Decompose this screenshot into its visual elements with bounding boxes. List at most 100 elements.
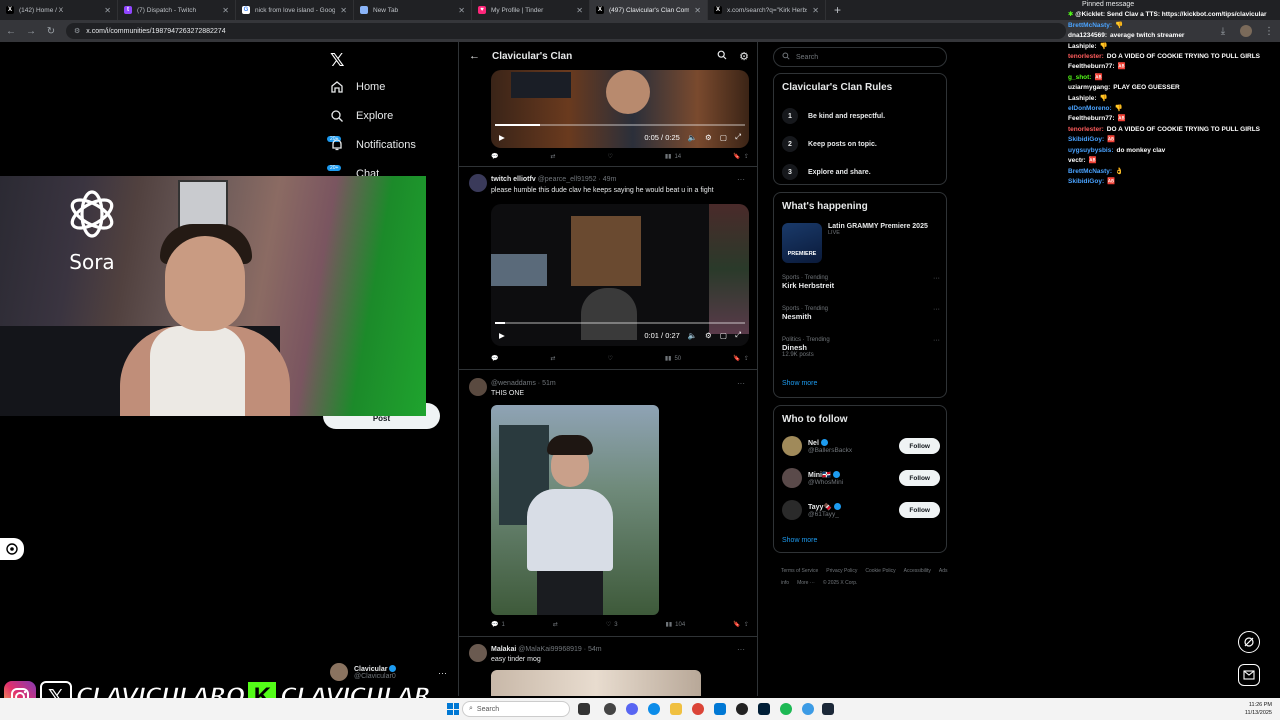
tweet-avatar[interactable] (469, 378, 487, 396)
chat-username[interactable]: Lashiple: (1068, 43, 1097, 50)
tab-close-icon[interactable]: ✕ (340, 6, 347, 15)
pip-icon[interactable]: ▢ (720, 331, 727, 340)
chat-username[interactable]: uygsuybysbis: (1068, 147, 1114, 154)
tweet-avatar[interactable] (469, 644, 487, 662)
windows-start-icon[interactable] (447, 703, 459, 715)
follow-suggestion[interactable]: Mini🇩🇴 @WhosMini Follow (782, 468, 940, 488)
like-icon[interactable]: ♡ (607, 355, 612, 362)
reply-icon[interactable]: 💬 1 (491, 621, 505, 629)
app-icon[interactable] (736, 703, 748, 715)
footer-link[interactable]: © 2025 X Corp. (823, 580, 858, 586)
retweet-icon[interactable]: ⇄ (553, 621, 558, 628)
x-logo-icon[interactable]: 𝕏 (330, 50, 345, 71)
tweet-author[interactable]: twitch elliotfv (491, 176, 536, 183)
chat-username[interactable]: g_shot: (1068, 74, 1091, 81)
retweet-icon[interactable]: ⇄ (550, 153, 555, 160)
share-icon[interactable]: ⇪ (744, 355, 749, 362)
back-arrow-icon[interactable]: ← (469, 50, 480, 62)
edge-icon[interactable] (648, 703, 660, 715)
task-view-icon[interactable] (578, 703, 590, 715)
more-options-icon[interactable]: ··· (438, 668, 447, 678)
pip-icon[interactable]: ▢ (720, 133, 727, 142)
url-bar[interactable]: ⚙ x.com/i/communities/198794726327288227… (66, 23, 1066, 39)
obs-icon[interactable] (604, 703, 616, 715)
nav-notifications[interactable]: Notifications (330, 138, 416, 152)
tweet-more-icon[interactable]: ··· (737, 645, 745, 654)
more-options-icon[interactable]: ··· (933, 275, 940, 282)
system-clock[interactable]: 11:26 PM 11/13/2025 (1245, 701, 1272, 717)
tweet-author[interactable]: Malakai (491, 646, 516, 653)
footer-link[interactable]: More ··· (797, 580, 815, 586)
search-input[interactable]: Search (773, 47, 947, 67)
reply-icon[interactable]: 💬 (491, 355, 498, 362)
tweet-avatar[interactable] (469, 174, 487, 192)
trend-item[interactable]: Sports · Trending Nesmith ··· (782, 306, 940, 321)
forward-arrow-icon[interactable]: → (26, 26, 36, 37)
chat-username[interactable]: SkibidiGoy: (1068, 178, 1104, 185)
footer-link[interactable]: Privacy Policy (826, 568, 857, 574)
store-icon[interactable] (714, 703, 726, 715)
show-more-link[interactable]: Show more (782, 537, 817, 544)
footer-link[interactable]: Cookie Policy (865, 568, 895, 574)
more-options-icon[interactable]: ··· (933, 337, 940, 344)
tweet-more-icon[interactable]: ··· (737, 379, 745, 388)
browser-tab[interactable]: X (497) Clavicular's Clan Commu... ✕ (590, 0, 708, 20)
volume-icon[interactable]: 🔈 (688, 331, 697, 340)
views-icon[interactable]: ▮▮ 104 (666, 621, 686, 629)
account-switcher[interactable]: Clavicular @Clavicular0 (330, 663, 397, 681)
photoshop-icon[interactable] (758, 703, 770, 715)
views-icon[interactable]: ▮▮ 14 (665, 153, 681, 161)
tab-close-icon[interactable]: ✕ (222, 6, 229, 15)
chat-username[interactable]: tenorlester: (1068, 126, 1104, 133)
reply-icon[interactable]: 💬 (491, 153, 498, 160)
chat-username[interactable]: Lashiple: (1068, 95, 1097, 102)
chat-username[interactable]: Feeltheburn77: (1068, 63, 1115, 70)
share-icon[interactable]: ⇪ (744, 621, 749, 628)
chat-username[interactable]: tenorlester: (1068, 53, 1104, 60)
show-more-link[interactable]: Show more (782, 380, 817, 387)
tweet-image[interactable] (491, 670, 701, 696)
chat-username[interactable]: SkibidiGoy: (1068, 136, 1104, 143)
footer-link[interactable]: Terms of Service (781, 568, 818, 574)
trend-item[interactable]: Politics · Trending Dinesh 12.9K posts ··· (782, 337, 940, 358)
fullscreen-icon[interactable]: ⤢ (735, 132, 741, 142)
chrome-profile-icon[interactable] (802, 703, 814, 715)
follow-button[interactable]: Follow (899, 502, 940, 518)
follow-suggestion[interactable]: Tayy🍫 @61Tayy_ Follow (782, 500, 940, 520)
browser-tab[interactable]: Gnick from love island - Google ... ✕ (236, 0, 354, 20)
follow-button[interactable]: Follow (899, 470, 940, 486)
settings-icon[interactable]: ⚙ (705, 331, 712, 340)
chat-username[interactable]: BrettMcNasty: (1068, 168, 1112, 175)
nav-home[interactable]: Home (330, 80, 385, 94)
follow-button[interactable]: Follow (899, 438, 940, 454)
tweet-video-player[interactable]: ▶ 0:05 / 0:25 🔈 ⚙ ▢ ⤢ (491, 70, 749, 148)
footer-link[interactable]: Accessibility (904, 568, 931, 574)
volume-icon[interactable]: 🔈 (688, 133, 697, 142)
tab-close-icon[interactable]: ✕ (576, 6, 583, 15)
more-options-icon[interactable]: ··· (933, 306, 940, 313)
play-icon[interactable]: ▶ (499, 133, 505, 142)
chat-username[interactable]: uziarmygang: (1068, 84, 1110, 91)
tab-close-icon[interactable]: ✕ (812, 6, 819, 15)
reload-icon[interactable]: ↻ (46, 26, 56, 37)
tweet-video-player[interactable]: ▶ 0:01 / 0:27 🔈 ⚙ ▢ ⤢ (491, 204, 749, 346)
browser-tab[interactable]: X (142) Home / X ✕ (0, 0, 118, 20)
play-icon[interactable]: ▶ (499, 331, 505, 340)
bookmark-icon[interactable]: 🔖 (733, 621, 740, 628)
gear-icon[interactable]: ⚙ (739, 50, 749, 63)
search-icon[interactable] (717, 49, 727, 63)
tweet-more-icon[interactable]: ··· (737, 175, 745, 184)
views-icon[interactable]: ▮▮ 50 (665, 355, 681, 363)
tab-close-icon[interactable]: ✕ (104, 6, 111, 15)
chat-username[interactable]: dna1234569: (1068, 32, 1107, 39)
nav-explore[interactable]: Explore (330, 109, 393, 123)
chat-username[interactable]: elDonMoreno: (1068, 105, 1112, 112)
chat-username[interactable]: vectr: (1068, 157, 1086, 164)
discord-icon[interactable] (626, 703, 638, 715)
taskbar-search[interactable]: ⌕ Search (462, 701, 570, 717)
settings-icon[interactable]: ⚙ (705, 133, 712, 142)
fullscreen-icon[interactable]: ⤢ (735, 330, 741, 340)
trend-item[interactable]: Sports · Trending Kirk Herbstreit ··· (782, 275, 940, 290)
chrome-icon[interactable] (692, 703, 704, 715)
back-arrow-icon[interactable]: ← (6, 26, 16, 37)
